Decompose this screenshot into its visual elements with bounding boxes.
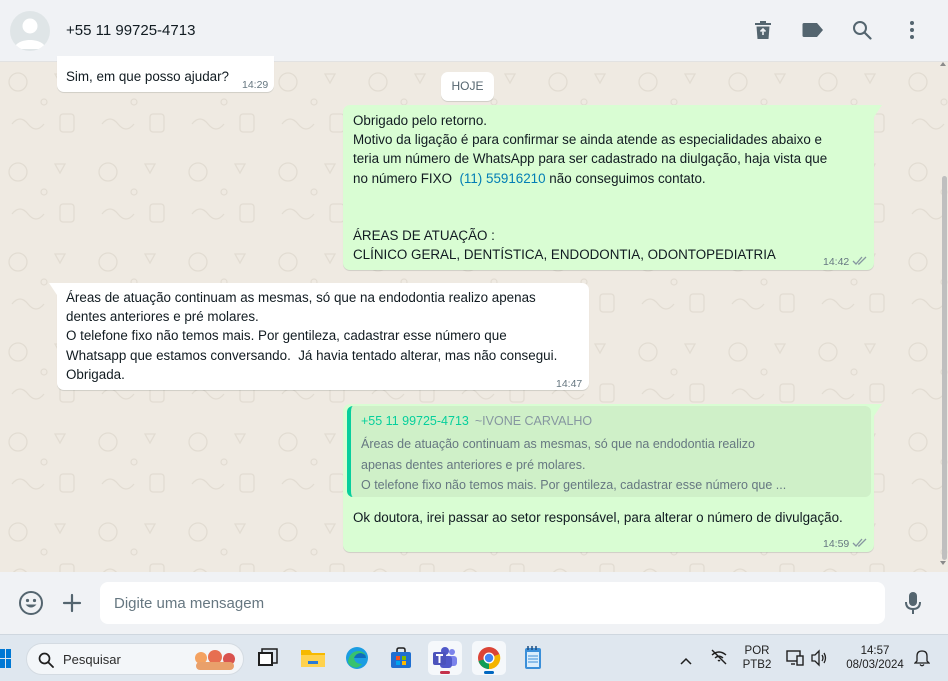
message-meta: 14:59 — [823, 535, 868, 554]
quoted-text: Áreas de atuação continuam as mesmas, só… — [361, 434, 866, 496]
show-hidden-icons-chevron[interactable] — [680, 652, 692, 670]
microsoft-store-icon[interactable] — [384, 641, 418, 675]
quoted-message[interactable]: +55 11 99725-4713 ~IVONE CARVALHO Áreas d… — [347, 406, 871, 497]
system-clock[interactable]: 14:57 08/03/2024 — [838, 644, 912, 672]
message-time: 14:29 — [242, 79, 269, 91]
language-code: POR — [744, 645, 770, 657]
notification-bell-icon[interactable] — [913, 649, 931, 672]
language-indicator[interactable]: POR PTB2 — [740, 644, 774, 672]
network-offline-icon[interactable] — [709, 649, 729, 670]
taskbar-search-placeholder: Pesquisar — [63, 652, 121, 667]
quoted-author-number: +55 11 99725-4713 — [361, 414, 469, 428]
display-icon[interactable] — [786, 649, 804, 672]
read-ticks-icon — [852, 538, 867, 547]
message-time: 14:47 — [556, 378, 583, 390]
date-divider: HOJE — [441, 72, 494, 101]
message-line: dentes anteriores e pré molares. — [66, 309, 259, 325]
message-line: O telefone fixo não temos mais. Por gent… — [66, 328, 507, 344]
message-text: Obrigado pelo retorno. Motivo da ligação… — [353, 111, 827, 265]
phone-number-link[interactable]: (11) 55916210 — [459, 171, 545, 186]
keyboard-layout: PTB2 — [742, 659, 772, 671]
attach-plus-icon[interactable] — [58, 589, 86, 617]
bubble-tail — [874, 105, 882, 117]
message-input[interactable] — [100, 582, 885, 624]
contact-name[interactable]: +55 11 99725-4713 — [66, 22, 195, 39]
notepad-icon[interactable] — [516, 641, 550, 675]
message-bubble-incoming[interactable]: Áreas de atuação continuam as mesmas, só… — [49, 283, 589, 390]
message-text: Áreas de atuação continuam as mesmas, só… — [66, 288, 557, 384]
message-line: ÁREAS DE ATUAÇÃO : — [353, 228, 495, 244]
search-highlight-icon — [195, 650, 235, 670]
clock-time: 14:57 — [860, 645, 890, 657]
quoted-author: +55 11 99725-4713 ~IVONE CARVALHO — [361, 414, 592, 428]
quoted-author-alias: ~IVONE CARVALHO — [474, 414, 593, 428]
scroll-down-arrow[interactable] — [940, 561, 946, 565]
chat-scrollbar[interactable] — [942, 176, 947, 560]
message-text: Sim, em que posso ajudar? — [66, 69, 230, 84]
message-bubble-incoming[interactable]: Sim, em que posso ajudar? 14:29 — [57, 56, 274, 92]
bubble-tail — [49, 283, 57, 295]
task-view-icon[interactable] — [251, 641, 285, 675]
message-time: 14:42 — [823, 256, 850, 268]
volume-icon[interactable] — [810, 649, 828, 672]
microphone-icon[interactable] — [899, 589, 927, 617]
message-fragment: não conseguimos contato. — [545, 170, 706, 186]
edge-browser-icon[interactable] — [340, 641, 374, 675]
menu-icon[interactable] — [898, 16, 926, 44]
bubble-tail — [874, 404, 882, 416]
chat-header: +55 11 99725-4713 — [0, 0, 948, 62]
label-icon[interactable] — [799, 16, 827, 44]
scroll-up-arrow[interactable] — [940, 62, 946, 66]
active-app-indicator — [484, 671, 494, 674]
contact-avatar[interactable] — [10, 11, 50, 51]
message-line: Whatsapp que estamos conversando. Já hav… — [66, 347, 558, 363]
taskbar-search-box[interactable]: Pesquisar — [26, 643, 244, 675]
teams-icon[interactable] — [428, 641, 462, 675]
chrome-browser-icon[interactable] — [472, 641, 506, 675]
message-line: Motivo da ligação é para confirmar se ai… — [353, 132, 822, 148]
file-explorer-icon[interactable] — [296, 641, 330, 675]
search-icon — [38, 652, 54, 668]
message-line: Obrigado pelo retorno. — [353, 113, 487, 128]
message-line: Obrigada. — [66, 366, 125, 382]
emoji-icon[interactable] — [17, 589, 45, 617]
message-text: Ok doutora, irei passar ao setor respons… — [353, 510, 843, 525]
clock-date: 08/03/2024 — [846, 659, 904, 671]
message-meta: 14:42 — [823, 253, 868, 272]
quoted-line: apenas dentes anteriores e pré molares. — [361, 457, 586, 472]
search-icon[interactable] — [848, 16, 876, 44]
message-fragment: no número FIXO — [353, 170, 456, 186]
quoted-line: O telefone fixo não temos mais. Por gent… — [361, 478, 787, 492]
message-line: no número FIXO (11) 55916210 não consegu… — [353, 169, 827, 188]
message-line: CLÍNICO GERAL, DENTÍSTICA, ENDODONTIA, O… — [353, 247, 776, 263]
message-time: 14:59 — [823, 538, 850, 550]
message-bubble-outgoing[interactable]: Obrigado pelo retorno. Motivo da ligação… — [343, 105, 882, 272]
read-ticks-icon — [852, 256, 867, 265]
avatar-placeholder-icon — [14, 18, 46, 49]
message-line: Áreas de atuação continuam as mesmas, só… — [66, 290, 536, 305]
quoted-line: Áreas de atuação continuam as mesmas, só… — [361, 437, 755, 451]
notification-indicator — [440, 671, 450, 674]
windows-taskbar: Pesquisar POR PTB2 14:57 08/03/2024 — [0, 634, 948, 681]
message-line: teria um número de WhatsApp para ser cad… — [353, 151, 828, 167]
composer-bar — [0, 572, 948, 634]
delete-icon[interactable] — [749, 16, 777, 44]
windows-start-icon[interactable] — [0, 649, 12, 674]
